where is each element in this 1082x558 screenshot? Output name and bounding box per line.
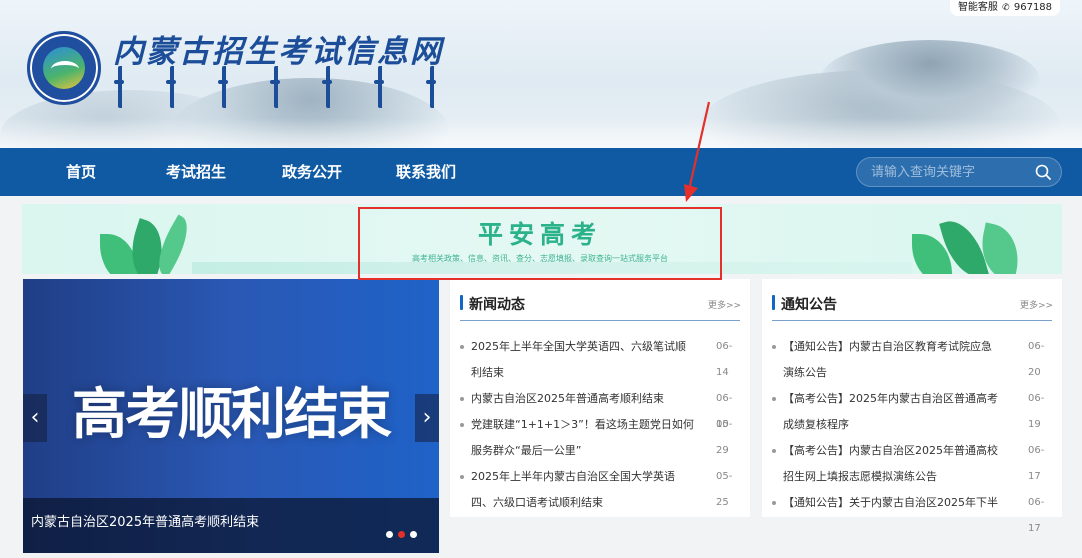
news-list: 2025年上半年全国大学英语四、六级笔试顺 利结束 06-14 内蒙古自治区20… — [460, 334, 740, 516]
cloud-decoration — [0, 118, 1082, 148]
slider-dot-active[interactable] — [398, 531, 405, 538]
slider-headline: 高考顺利结束 — [71, 381, 392, 446]
logo-emblem-icon — [43, 47, 85, 89]
main-nav: 首页 考试招生 政务公开 联系我们 — [0, 148, 1082, 196]
news-date: 05-29 — [716, 419, 733, 456]
notices-panel: 通知公告 更多>> 【通知公告】内蒙古自治区教育考试院应急 演练公告 06-20… — [762, 279, 1062, 534]
news-slider[interactable]: 高考顺利结束 ‹ › 内蒙古自治区2025年普通高考顺利结束 — [23, 279, 439, 553]
list-item[interactable]: 党建联建“1+1+1＞3”！看这场主题党日如何 服务群众“最后一公里” 05-2… — [460, 412, 740, 464]
site-logo[interactable] — [27, 31, 101, 105]
slider-prev-button[interactable]: ‹ — [23, 394, 47, 442]
banner-subtitle: 高考相关政策、信息、资讯、查分、志愿填报、录取查询一站式服务平台 — [412, 254, 668, 263]
nav-item-gov-affairs[interactable]: 政务公开 — [282, 148, 342, 196]
list-item[interactable]: 【高考公告】2025年内蒙古自治区普通高考 成绩复核程序 06-19 — [772, 386, 1054, 438]
banner-highlight-box: 平安高考 高考相关政策、信息、资讯、查分、志愿填报、录取查询一站式服务平台 — [358, 207, 722, 280]
divider — [772, 320, 1052, 321]
mongolian-script-title — [114, 66, 440, 108]
slider-next-button[interactable]: › — [415, 394, 439, 442]
list-item[interactable]: 2025年上半年内蒙古自治区全国大学英语 四、六级口语考试顺利结束 05-25 — [460, 464, 740, 516]
search-box — [856, 157, 1062, 187]
slider-pagination — [386, 531, 417, 538]
nav-item-contact[interactable]: 联系我们 — [396, 148, 456, 196]
notice-date: 06-20 — [1028, 341, 1045, 378]
list-item[interactable]: 2025年上半年全国大学英语四、六级笔试顺 利结束 06-14 — [460, 334, 740, 386]
annotation-arrow-icon — [684, 101, 711, 202]
slider-dot[interactable] — [386, 531, 393, 538]
search-icon[interactable] — [1035, 164, 1051, 180]
news-date: 05-25 — [716, 471, 733, 508]
notice-date: 06-17 — [1028, 497, 1045, 534]
nav-item-exams[interactable]: 考试招生 — [166, 148, 226, 196]
slider-caption[interactable]: 内蒙古自治区2025年普通高考顺利结束 — [31, 511, 259, 530]
news-more-link[interactable]: 更多>> — [708, 298, 741, 311]
news-panel: 新闻动态 更多>> 2025年上半年全国大学英语四、六级笔试顺 利结束 06-1… — [450, 279, 750, 517]
list-item[interactable]: 内蒙古自治区2025年普通高考顺利结束 06-10 — [460, 386, 740, 430]
news-date: 06-14 — [716, 341, 733, 378]
site-header: 内蒙古招生考试信息网 智能客服 ✆ 967188 — [0, 0, 1082, 148]
mountain-decoration — [820, 40, 1040, 120]
nav-item-home[interactable]: 首页 — [66, 148, 96, 196]
list-item[interactable]: 【通知公告】关于内蒙古自治区2025年下半 06-17 — [772, 490, 1054, 534]
news-panel-title: 新闻动态 — [460, 294, 525, 314]
divider — [460, 320, 740, 321]
service-label: 智能客服 — [957, 2, 998, 13]
notices-panel-title: 通知公告 — [772, 294, 837, 314]
slider-dot[interactable] — [410, 531, 417, 538]
site-title[interactable]: 内蒙古招生考试信息网 — [113, 26, 443, 71]
banner-title: 平安高考 — [477, 220, 602, 249]
search-input[interactable] — [871, 158, 1021, 186]
notices-list: 【通知公告】内蒙古自治区教育考试院应急 演练公告 06-20 【高考公告】202… — [772, 334, 1054, 534]
notice-date: 06-19 — [1028, 393, 1045, 430]
service-number: 967188 — [1013, 2, 1053, 13]
list-item[interactable]: 【高考公告】内蒙古自治区2025年普通高校 招生网上填报志愿模拟演练公告 06-… — [772, 438, 1054, 490]
notices-more-link[interactable]: 更多>> — [1020, 298, 1053, 311]
notice-date: 06-17 — [1028, 445, 1045, 482]
phone-icon: ✆ — [1002, 3, 1010, 13]
list-item[interactable]: 【通知公告】内蒙古自治区教育考试院应急 演练公告 06-20 — [772, 334, 1054, 386]
slider-caption-bar: 内蒙古自治区2025年普通高考顺利结束 — [23, 498, 439, 553]
smart-service-link[interactable]: 智能客服 ✆ 967188 — [950, 0, 1060, 16]
